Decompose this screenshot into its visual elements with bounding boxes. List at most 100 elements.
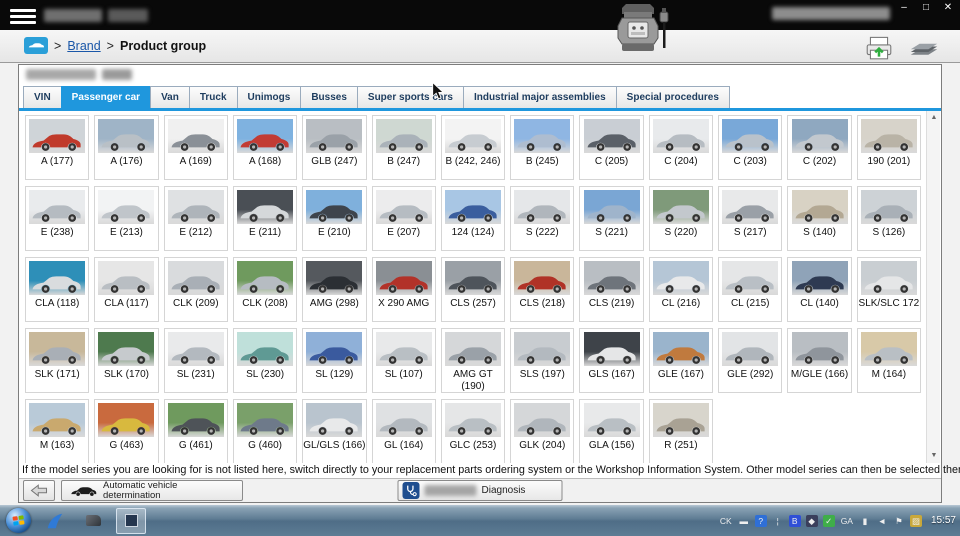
model-tile[interactable]: CL (140) (787, 257, 851, 322)
model-tile[interactable]: GL/GLS (166) (302, 399, 366, 463)
model-tile[interactable]: M/GLE (166) (787, 328, 851, 393)
model-tile[interactable]: GLB (247) (302, 115, 366, 180)
documents-book-icon[interactable] (908, 36, 940, 63)
tab-passenger-car[interactable]: Passenger car (61, 86, 151, 108)
grid-scrollbar[interactable]: ▲ ▼ (926, 111, 940, 463)
model-tile[interactable]: R (251) (649, 399, 713, 463)
back-button[interactable] (23, 480, 55, 501)
model-tile[interactable]: CLS (219) (579, 257, 643, 322)
model-tile[interactable]: A (168) (233, 115, 297, 180)
model-tile[interactable]: S (221) (579, 186, 643, 251)
model-tile[interactable]: 190 (201) (857, 115, 921, 180)
tab-unimogs[interactable]: Unimogs (237, 86, 302, 108)
taskbar-clock[interactable]: 15:57 (931, 515, 956, 526)
model-tile[interactable]: CLA (117) (94, 257, 158, 322)
model-tile[interactable]: SLK/SLC 172 (857, 257, 921, 322)
model-tile[interactable]: GLE (292) (718, 328, 782, 393)
model-tile[interactable]: S (222) (510, 186, 574, 251)
model-tile[interactable]: CLS (257) (441, 257, 505, 322)
model-tile[interactable]: S (126) (857, 186, 921, 251)
tab-van[interactable]: Van (150, 86, 190, 108)
model-tile[interactable]: A (176) (94, 115, 158, 180)
model-tile[interactable]: SL (129) (302, 328, 366, 393)
taskbar-app-2[interactable] (78, 508, 108, 534)
model-tile[interactable]: SL (231) (164, 328, 228, 393)
tab-busses[interactable]: Busses (300, 86, 358, 108)
tray-icon-2[interactable]: ▬ (738, 515, 750, 527)
model-tile[interactable]: AMG GT (190) (441, 328, 505, 393)
model-tile[interactable]: S (220) (649, 186, 713, 251)
tab-vin[interactable]: VIN (23, 86, 62, 108)
model-tile[interactable]: SL (107) (372, 328, 436, 393)
model-tile[interactable]: B (247) (372, 115, 436, 180)
scrollbar-up-arrow[interactable]: ▲ (927, 111, 941, 125)
hamburger-menu-icon[interactable] (10, 6, 36, 24)
tray-icon-10[interactable]: ◄ (876, 515, 888, 527)
tray-icon-12[interactable]: ▨ (910, 515, 922, 527)
model-tile[interactable]: CL (215) (718, 257, 782, 322)
model-tile[interactable]: B (245) (510, 115, 574, 180)
tab-super-sports-cars[interactable]: Super sports cars (357, 86, 464, 108)
model-tile[interactable]: C (205) (579, 115, 643, 180)
model-tile[interactable]: M (163) (25, 399, 89, 463)
model-tile[interactable]: SLK (171) (25, 328, 89, 393)
print-icon[interactable] (864, 33, 894, 65)
model-tile[interactable]: B (242, 246) (441, 115, 505, 180)
maximize-button[interactable]: □ (920, 1, 932, 15)
tray-icon-7[interactable]: ✓ (823, 515, 835, 527)
tab-truck[interactable]: Truck (189, 86, 238, 108)
model-tile[interactable]: GLS (167) (579, 328, 643, 393)
taskbar-app-1[interactable] (40, 508, 70, 534)
model-tile[interactable]: GL (164) (372, 399, 436, 463)
model-tile[interactable]: E (211) (233, 186, 297, 251)
model-tile[interactable]: CLK (209) (164, 257, 228, 322)
tray-icon-9[interactable]: ▮ (859, 515, 871, 527)
scrollbar-down-arrow[interactable]: ▼ (927, 449, 941, 463)
model-tile[interactable]: GLC (253) (441, 399, 505, 463)
model-tile[interactable]: GLE (167) (649, 328, 713, 393)
tab-special-procedures[interactable]: Special procedures (616, 86, 730, 108)
model-tile[interactable]: CLK (208) (233, 257, 297, 322)
model-tile[interactable]: G (461) (164, 399, 228, 463)
close-button[interactable]: ✕ (942, 1, 954, 15)
model-tile[interactable]: SLK (170) (94, 328, 158, 393)
model-tile[interactable]: A (177) (25, 115, 89, 180)
model-tile[interactable]: E (212) (164, 186, 228, 251)
model-tile[interactable]: CLS (218) (510, 257, 574, 322)
model-tile[interactable]: C (204) (649, 115, 713, 180)
automatic-vehicle-determination-button[interactable]: Automatic vehicle determination (61, 480, 243, 501)
tray-icon-6[interactable]: ◆ (806, 515, 818, 527)
model-tile[interactable]: G (460) (233, 399, 297, 463)
model-tile[interactable]: SLS (197) (510, 328, 574, 393)
model-tile[interactable]: CL (216) (649, 257, 713, 322)
model-tile[interactable]: S (140) (787, 186, 851, 251)
model-tile[interactable]: S (217) (718, 186, 782, 251)
model-tile[interactable]: AMG (298) (302, 257, 366, 322)
model-tile[interactable]: E (213) (94, 186, 158, 251)
tray-icon-5[interactable]: B (789, 515, 801, 527)
tray-icon-4[interactable]: ¦ (772, 515, 784, 527)
model-tile[interactable]: E (210) (302, 186, 366, 251)
model-tile[interactable]: GLK (204) (510, 399, 574, 463)
model-tile[interactable]: G (463) (94, 399, 158, 463)
model-tile[interactable]: M (164) (857, 328, 921, 393)
minimize-button[interactable]: – (898, 1, 910, 15)
model-tile[interactable]: E (238) (25, 186, 89, 251)
tray-icon-8[interactable]: GA (840, 515, 854, 527)
model-tile[interactable]: E (207) (372, 186, 436, 251)
tray-icon-11[interactable]: ⚑ (893, 515, 905, 527)
model-tile[interactable]: A (169) (164, 115, 228, 180)
start-button[interactable] (6, 508, 31, 533)
model-tile[interactable]: C (202) (787, 115, 851, 180)
taskbar-app-3-active[interactable] (116, 508, 146, 534)
tray-icon-1[interactable]: CK (719, 515, 733, 527)
tray-icon-3[interactable]: ? (755, 515, 767, 527)
model-tile[interactable]: CLA (118) (25, 257, 89, 322)
model-tile[interactable]: GLA (156) (579, 399, 643, 463)
model-tile[interactable]: X 290 AMG (372, 257, 436, 322)
model-tile[interactable]: 124 (124) (441, 186, 505, 251)
diagnosis-button[interactable]: Diagnosis (398, 480, 563, 501)
model-tile[interactable]: SL (230) (233, 328, 297, 393)
model-tile[interactable]: C (203) (718, 115, 782, 180)
breadcrumb-brand-link[interactable]: Brand (67, 39, 100, 53)
